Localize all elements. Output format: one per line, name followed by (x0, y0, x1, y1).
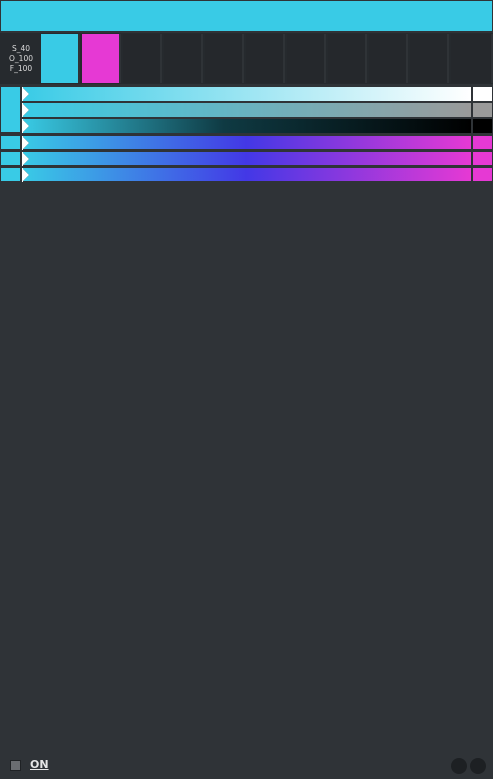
shade-black-gradient[interactable] (22, 119, 471, 133)
circle-button-icon[interactable] (451, 758, 467, 774)
swatch-magenta[interactable] (82, 34, 121, 83)
swatch-strip: S_40 O_100 F_100 (0, 33, 493, 84)
blend-end-swatch[interactable] (473, 168, 492, 181)
swatch-empty[interactable] (287, 34, 326, 83)
saturation-readout: S_40 (11, 43, 31, 53)
blend-gradient[interactable] (22, 136, 471, 150)
tint-white-gradient[interactable] (22, 87, 471, 101)
color-picker-panel: S_40 O_100 F_100 ON (0, 0, 493, 779)
tint-white-row (0, 87, 493, 101)
tint-white-swatch[interactable] (473, 87, 492, 101)
slider-marker-icon[interactable] (22, 136, 29, 150)
color-info: S_40 O_100 F_100 (2, 33, 40, 84)
shade-black-row (0, 119, 493, 133)
tone-gray-gradient[interactable] (22, 103, 471, 117)
swatch-empty[interactable] (328, 34, 367, 83)
footer-bar: ON (0, 754, 493, 779)
on-checkbox[interactable] (10, 760, 21, 771)
color-preview[interactable] (1, 1, 492, 31)
swatch-empty[interactable] (246, 34, 285, 83)
slider-marker-icon[interactable] (22, 87, 29, 101)
opacity-readout: O_100 (9, 53, 33, 63)
swatch-empty[interactable] (451, 34, 493, 83)
shade-black-swatch[interactable] (473, 119, 492, 133)
swatch-empty[interactable] (205, 34, 244, 83)
slider-marker-icon[interactable] (22, 168, 29, 182)
on-label[interactable]: ON (30, 758, 49, 771)
swatch-empty[interactable] (410, 34, 449, 83)
swatch-empty[interactable] (164, 34, 203, 83)
blend-start-swatch[interactable] (1, 168, 20, 181)
blend-end-swatch[interactable] (473, 136, 492, 149)
swatch-empty[interactable] (369, 34, 408, 83)
tone-gray-row (0, 103, 493, 117)
swatch-empty[interactable] (123, 34, 162, 83)
slider-marker-icon[interactable] (22, 103, 29, 117)
tone-gray-swatch[interactable] (473, 103, 492, 117)
swatch-cyan[interactable] (41, 34, 80, 83)
fill-readout: F_100 (9, 63, 33, 73)
blend-row-2 (0, 152, 493, 166)
slider-marker-icon[interactable] (22, 119, 29, 133)
blend-gradient[interactable] (22, 152, 471, 166)
circle-button-icon[interactable] (470, 758, 486, 774)
blend-row-3 (0, 168, 493, 182)
slider-marker-icon[interactable] (22, 152, 29, 166)
blend-row-1 (0, 136, 493, 150)
blend-gradient[interactable] (22, 168, 471, 182)
blend-start-swatch[interactable] (1, 152, 20, 165)
blend-start-swatch[interactable] (1, 136, 20, 149)
blend-end-swatch[interactable] (473, 152, 492, 165)
